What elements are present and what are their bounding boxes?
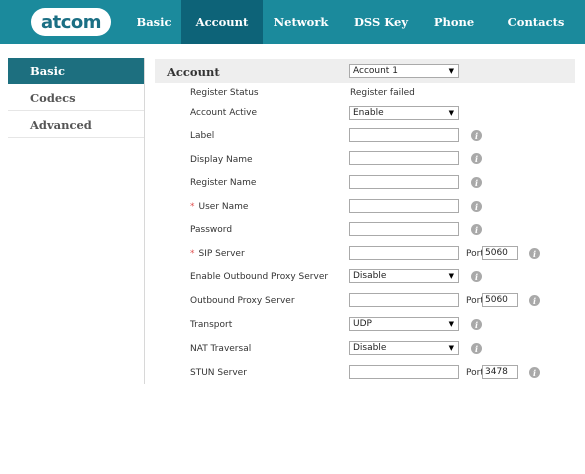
info-icon[interactable]: i	[529, 295, 540, 306]
tab-contacts[interactable]: Contacts	[496, 0, 576, 44]
info-icon[interactable]: i	[471, 177, 482, 188]
tab-basic[interactable]: Basic	[131, 0, 177, 44]
sidebar-item-basic[interactable]: Basic	[8, 58, 144, 84]
tab-dss-key[interactable]: DSS Key	[345, 0, 417, 44]
info-icon[interactable]: i	[471, 271, 482, 282]
enable-outbound-proxy-value: Disable	[353, 271, 387, 281]
sidebar-item-codecs[interactable]: Codecs	[8, 85, 144, 111]
enable-outbound-proxy-select[interactable]: Disable ▼	[349, 269, 459, 283]
register-name-input[interactable]	[349, 175, 459, 189]
outbound-proxy-label: Outbound Proxy Server	[190, 296, 295, 306]
register-name-label: Register Name	[190, 178, 257, 188]
user-name-label: * User Name	[190, 202, 248, 212]
info-icon[interactable]: i	[471, 201, 482, 212]
sidebar: Basic Codecs Advanced	[8, 58, 145, 384]
stun-server-input[interactable]	[349, 365, 459, 379]
enable-outbound-proxy-label: Enable Outbound Proxy Server	[190, 272, 329, 282]
display-name-input[interactable]	[349, 151, 459, 165]
info-icon[interactable]: i	[471, 130, 482, 141]
register-status-value: Register failed	[350, 88, 415, 98]
account-active-value: Enable	[353, 108, 384, 118]
register-status-label: Register Status	[190, 88, 259, 98]
info-icon[interactable]: i	[471, 153, 482, 164]
account-active-label: Account Active	[190, 108, 258, 118]
nat-traversal-select[interactable]: Disable ▼	[349, 341, 459, 355]
sip-port-input[interactable]: 5060	[482, 246, 518, 260]
info-icon[interactable]: i	[529, 367, 540, 378]
section-title: Account	[167, 65, 220, 79]
account-active-select[interactable]: Enable ▼	[349, 106, 459, 120]
chevron-down-icon: ▼	[448, 109, 454, 117]
nat-traversal-value: Disable	[353, 343, 387, 353]
info-icon[interactable]: i	[471, 224, 482, 235]
sip-server-label-text: SIP Server	[198, 249, 245, 259]
stun-port-input[interactable]: 3478	[482, 365, 518, 379]
tab-phone[interactable]: Phone	[418, 0, 490, 44]
nat-traversal-label: NAT Traversal	[190, 344, 252, 354]
sip-server-input[interactable]	[349, 246, 459, 260]
sidebar-item-advanced[interactable]: Advanced	[8, 112, 144, 138]
info-icon[interactable]: i	[471, 319, 482, 330]
transport-label: Transport	[190, 320, 233, 330]
chevron-down-icon: ▼	[448, 344, 454, 352]
tab-account[interactable]: Account	[181, 0, 263, 44]
transport-select[interactable]: UDP ▼	[349, 317, 459, 331]
display-name-label: Display Name	[190, 155, 253, 165]
required-marker: *	[190, 249, 195, 259]
label-input[interactable]	[349, 128, 459, 142]
info-icon[interactable]: i	[529, 248, 540, 259]
tab-network[interactable]: Network	[265, 0, 337, 44]
outbound-port-input[interactable]: 5060	[482, 293, 518, 307]
account-select[interactable]: Account 1 ▼	[349, 64, 459, 78]
password-input[interactable]	[349, 222, 459, 236]
password-label: Password	[190, 225, 233, 235]
required-marker: *	[190, 202, 195, 212]
account-select-value: Account 1	[353, 66, 398, 76]
atcom-logo: atcom	[31, 8, 111, 36]
info-icon[interactable]: i	[471, 343, 482, 354]
chevron-down-icon: ▼	[448, 272, 454, 280]
transport-value: UDP	[353, 319, 372, 329]
sip-server-label: * SIP Server	[190, 249, 245, 259]
stun-server-label: STUN Server	[190, 368, 247, 378]
user-name-input[interactable]	[349, 199, 459, 213]
top-nav-bar: atcom Basic Account Network DSS Key Phon…	[0, 0, 585, 44]
outbound-proxy-input[interactable]	[349, 293, 459, 307]
chevron-down-icon: ▼	[448, 320, 454, 328]
chevron-down-icon: ▼	[448, 67, 454, 75]
user-name-label-text: User Name	[198, 202, 249, 212]
label-field-label: Label	[190, 131, 215, 141]
